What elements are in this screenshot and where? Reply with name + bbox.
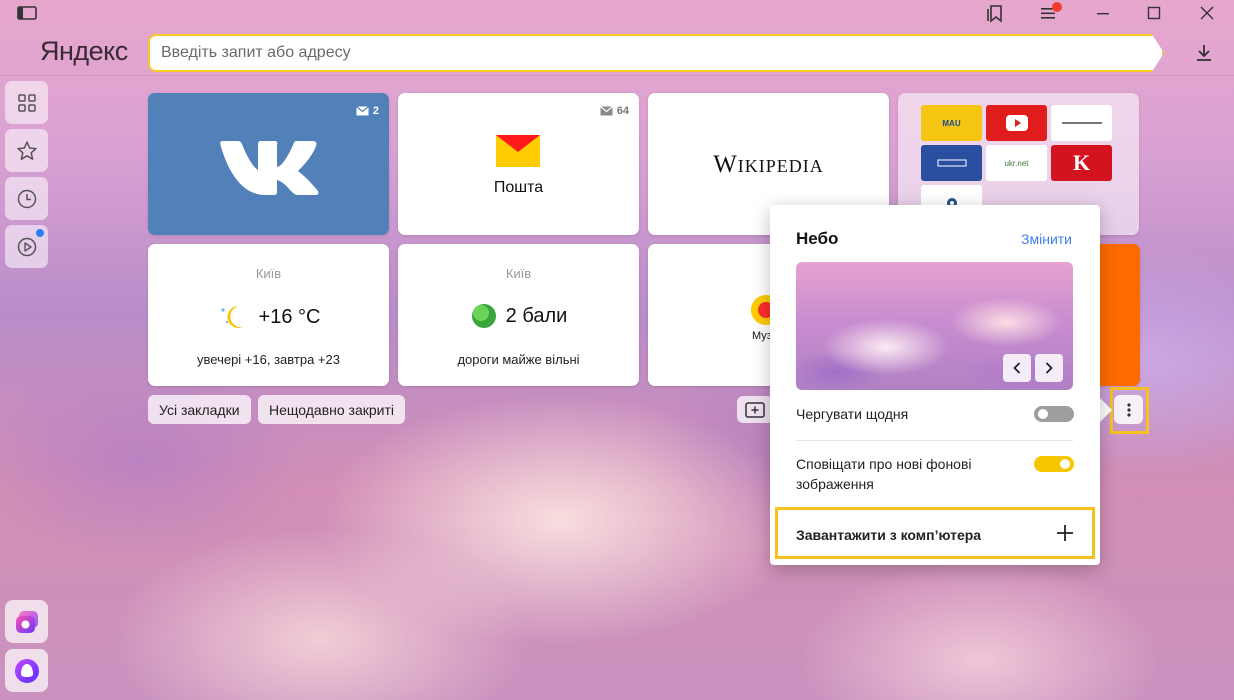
popup-arrow	[1100, 398, 1112, 422]
change-background-link[interactable]: Змінити	[1021, 231, 1072, 247]
portal-logo-icon	[937, 159, 966, 167]
sidebar-toggle-button[interactable]	[14, 2, 40, 24]
minimize-icon	[1097, 13, 1109, 15]
add-tile-button[interactable]	[737, 396, 773, 423]
grid-icon	[17, 93, 36, 112]
star-icon	[16, 140, 37, 160]
mini-tile-news	[1051, 105, 1112, 141]
add-tile-icon	[745, 401, 765, 418]
maximize-button[interactable]	[1141, 2, 1167, 24]
maximize-icon	[1147, 6, 1161, 20]
sidebar-panel-icon	[17, 6, 37, 20]
folder-grid: MAU ukr.net K	[921, 105, 1112, 221]
night-clear-weather-icon	[220, 305, 243, 328]
downloads-button[interactable]	[1191, 40, 1217, 66]
mini-tile-mau: MAU	[921, 105, 982, 141]
traffic-light-icon	[471, 304, 496, 328]
plus-icon[interactable]	[1056, 524, 1074, 542]
mail-counter: 64	[599, 105, 629, 117]
mini-tile-ukrnet: ukr.net	[986, 145, 1047, 181]
clock-icon	[17, 189, 36, 208]
close-window-button[interactable]	[1194, 2, 1220, 24]
news-logo-icon	[1061, 122, 1102, 124]
address-bar[interactable]	[148, 34, 1164, 72]
toolbar-divider	[0, 75, 1234, 76]
alternate-daily-label: Чергувати щодня	[796, 406, 909, 422]
close-icon	[1200, 6, 1214, 20]
background-name: Небо	[796, 229, 839, 248]
traffic-city: Київ	[505, 266, 532, 281]
collections-button[interactable]	[982, 2, 1008, 24]
alice-chat-icon	[15, 610, 38, 633]
youtube-icon	[1005, 115, 1028, 131]
yandex-mail-icon	[496, 135, 540, 167]
play-icon	[17, 237, 36, 256]
weather-row: +16 °C	[148, 302, 389, 332]
weather-temperature: +16 °C	[258, 305, 321, 328]
bookmarks-icon	[987, 5, 1002, 23]
notify-new-toggle[interactable]	[1034, 456, 1074, 472]
sidebar-video-button[interactable]	[5, 225, 48, 268]
traffic-row: 2 бали	[398, 302, 639, 330]
alice-assistant-button[interactable]	[5, 649, 48, 692]
more-vertical-icon	[1126, 402, 1131, 417]
previous-background-button[interactable]	[1003, 354, 1031, 382]
toggle-knob	[1060, 459, 1070, 469]
tile-title: Пошта	[493, 179, 544, 196]
mini-tile-portal	[921, 145, 982, 181]
tile-traffic[interactable]: Київ 2 бали дороги майже вільні	[398, 244, 639, 386]
tile-weather[interactable]: Київ +16 °C увечері +16, завтра +23	[148, 244, 389, 386]
tile-yandex-mail[interactable]: 64 Пошта	[398, 93, 639, 235]
background-preview	[796, 262, 1073, 390]
tile-title: Wikipedia	[713, 151, 824, 178]
chevron-left-icon	[1013, 362, 1021, 374]
tile-title: Муз	[752, 330, 772, 342]
recently-closed-button[interactable]: Нещодавно закриті	[258, 395, 405, 424]
mini-tile-youtube	[986, 105, 1047, 141]
address-input[interactable]	[150, 36, 1112, 70]
mini-tile-k: K	[1051, 145, 1112, 181]
weather-city: Київ	[255, 266, 282, 281]
minimize-button[interactable]	[1090, 2, 1116, 24]
background-popup: Небо Змінити Чергувати щодня Сповіщати п…	[770, 205, 1100, 565]
upload-from-computer-button[interactable]: Завантажити з комп’ютера	[796, 527, 981, 543]
envelope-icon	[355, 106, 369, 116]
notification-dot	[1052, 2, 1062, 12]
traffic-score: 2 бали	[505, 304, 568, 327]
toggle-knob	[1038, 409, 1048, 419]
traffic-status: дороги майже вільні	[457, 352, 580, 367]
tile-vk[interactable]: 2	[148, 93, 389, 235]
alice-icon	[14, 658, 39, 683]
window-titlebar	[0, 0, 1234, 26]
all-bookmarks-button[interactable]: Усі закладки	[148, 395, 251, 424]
notify-new-label: Сповіщати про нові фонові зображення	[796, 456, 972, 492]
notification-dot	[36, 229, 44, 237]
download-icon	[1197, 45, 1211, 61]
yandex-logo[interactable]: Яндекс	[40, 36, 128, 67]
popup-divider	[796, 440, 1073, 441]
next-background-button[interactable]	[1035, 354, 1063, 382]
alternate-daily-toggle[interactable]	[1034, 406, 1074, 422]
envelope-icon	[599, 106, 613, 116]
vk-logo-icon	[220, 141, 319, 195]
sidebar-services-button[interactable]	[5, 81, 48, 124]
mail-counter: 2	[355, 105, 379, 117]
browser-menu-button[interactable]	[1036, 2, 1062, 24]
sidebar-history-button[interactable]	[5, 177, 48, 220]
sidebar-bookmarks-button[interactable]	[5, 129, 48, 172]
background-settings-button[interactable]	[1114, 395, 1143, 424]
chevron-right-icon	[1045, 362, 1053, 374]
weather-forecast: увечері +16, завтра +23	[197, 352, 340, 367]
alice-messenger-button[interactable]	[5, 600, 48, 643]
